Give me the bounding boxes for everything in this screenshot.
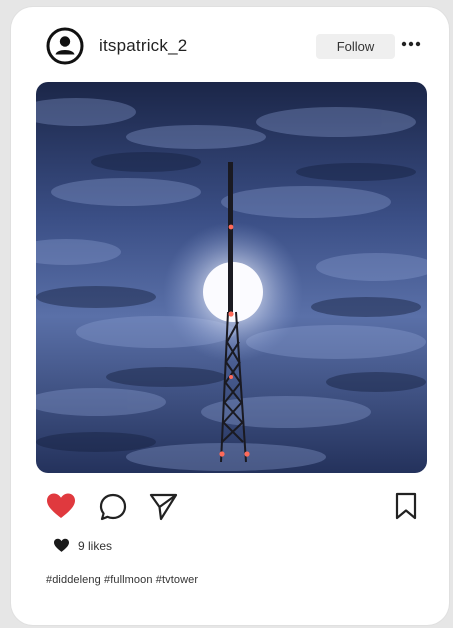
paper-plane-icon[interactable]: [148, 491, 178, 521]
heart-small-icon: [54, 538, 69, 552]
bookmark-icon[interactable]: [395, 492, 417, 520]
post-photo[interactable]: [36, 82, 427, 473]
heart-icon[interactable]: [46, 492, 76, 520]
comment-bubble-icon[interactable]: [98, 492, 128, 522]
likes-summary[interactable]: 9 likes: [53, 538, 112, 553]
more-options-icon[interactable]: [401, 37, 421, 51]
post-username[interactable]: itspatrick_2: [99, 36, 187, 56]
post-caption: #diddeleng #fullmoon #tvtower: [46, 574, 199, 586]
likes-count: 9 likes: [78, 538, 113, 553]
user-avatar-icon[interactable]: [46, 27, 84, 65]
follow-button[interactable]: Follow: [316, 34, 395, 59]
tv-tower-moon-image: [36, 82, 427, 473]
